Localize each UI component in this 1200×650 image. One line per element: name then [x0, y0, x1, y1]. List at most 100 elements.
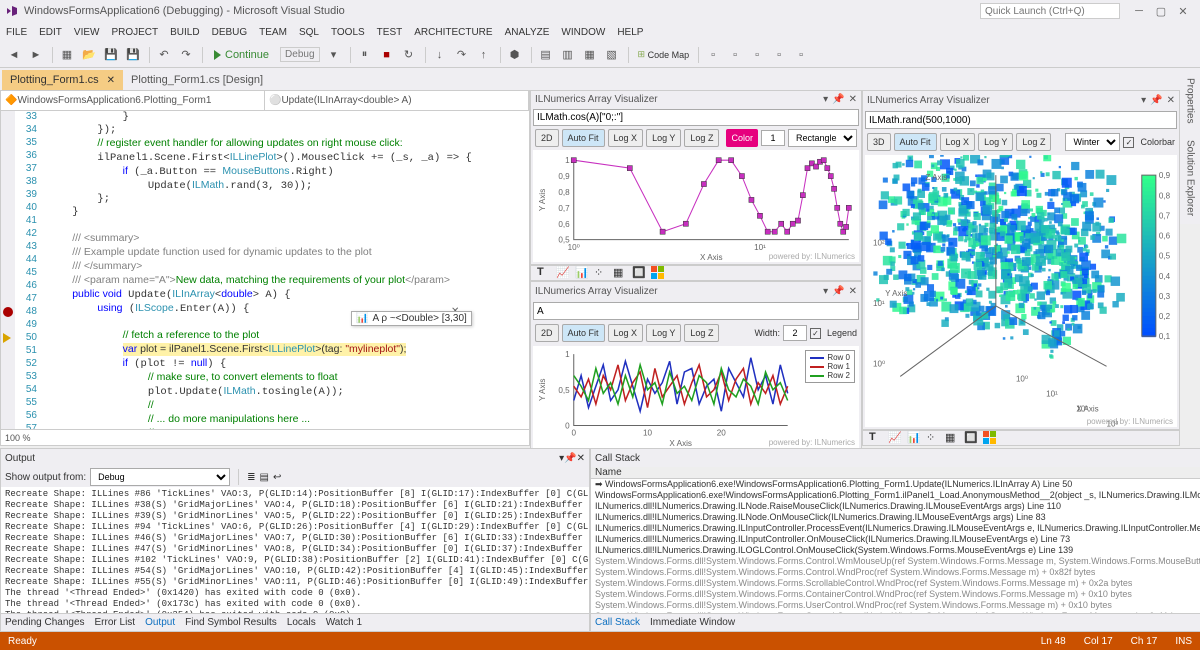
viz3-3d-button[interactable]: 3D	[867, 133, 891, 151]
viz3-autofit-button[interactable]: Auto Fit	[894, 133, 937, 151]
menu-help[interactable]: HELP	[617, 27, 643, 38]
wrap-icon[interactable]: ↩	[273, 472, 281, 483]
callstack-row[interactable]: WindowsFormsApplication6.exe!WindowsForm…	[591, 490, 1200, 501]
t3-icon[interactable]: ▦	[580, 45, 600, 65]
close-icon[interactable]: ✕	[1167, 95, 1175, 106]
subtab-locals[interactable]: Locals	[287, 617, 316, 628]
scatter-icon[interactable]: ⁘	[594, 266, 608, 280]
ms-icon[interactable]	[651, 266, 665, 280]
menu-sql[interactable]: SQL	[299, 27, 319, 38]
viz2-2d-button[interactable]: 2D	[535, 324, 559, 342]
viz2-autofit-button[interactable]: Auto Fit	[562, 324, 605, 342]
viz2-logy-button[interactable]: Log Y	[646, 324, 681, 342]
dropdown-icon[interactable]: ▾	[1141, 95, 1146, 106]
dropdown-icon[interactable]: ▾	[324, 45, 344, 65]
step-into-icon[interactable]: ↓	[430, 45, 450, 65]
viz1-shape-select[interactable]: Rectangle	[788, 129, 857, 147]
image-icon[interactable]: 🔲	[964, 431, 978, 445]
t4-icon[interactable]: ▧	[602, 45, 622, 65]
output-from-select[interactable]: Debug	[90, 468, 230, 486]
image-icon[interactable]: 🔲	[632, 266, 646, 280]
subtab-pending-changes[interactable]: Pending Changes	[5, 617, 85, 628]
dropdown-icon[interactable]: ▾	[823, 286, 828, 297]
clear-icon[interactable]: ≣	[247, 472, 255, 483]
callstack-row[interactable]: System.Windows.Forms.dll!System.Windows.…	[591, 556, 1200, 567]
callstack-row[interactable]: ➡ WindowsFormsApplication6.exe!WindowsFo…	[591, 479, 1200, 490]
callstack-row[interactable]: System.Windows.Forms.dll!System.Windows.…	[591, 567, 1200, 578]
code-content[interactable]: } }); // register event handler for allo…	[41, 111, 529, 429]
debug-datatip[interactable]: 📊 A ρ ~<Double> [3,30]	[351, 311, 472, 326]
viz1-marker-spinner[interactable]	[761, 130, 785, 146]
close-icon[interactable]: ✕	[849, 286, 857, 297]
open-icon[interactable]: 📂	[79, 45, 99, 65]
viz3-logx-button[interactable]: Log X	[940, 133, 976, 151]
t2-icon[interactable]: ▥	[558, 45, 578, 65]
surface-icon[interactable]: ▦	[945, 431, 959, 445]
tab-plotting_form1-cs-design-[interactable]: Plotting_Form1.cs [Design]	[123, 70, 271, 90]
viz2-legend-checkbox[interactable]: ✓	[810, 328, 821, 339]
viz2-width-spinner[interactable]	[783, 325, 807, 341]
member-nav-combo[interactable]: ⚪ Update(ILInArray<double> A)	[265, 91, 529, 110]
undo-icon[interactable]: ↶	[154, 45, 174, 65]
step-out-icon[interactable]: ↑	[474, 45, 494, 65]
side-tab-properties[interactable]: Properties	[1183, 70, 1198, 132]
callstack-row[interactable]: ILNumerics.dll!ILNumerics.Drawing.ILNode…	[591, 512, 1200, 523]
callstack-col-name[interactable]: Name	[595, 467, 1200, 478]
menu-architecture[interactable]: ARCHITECTURE	[414, 27, 492, 38]
text-tool-icon[interactable]: T	[869, 431, 883, 445]
ms-icon[interactable]	[983, 431, 997, 445]
viz1-expression-input[interactable]	[533, 109, 859, 126]
line-chart-icon[interactable]: 📈	[556, 266, 570, 280]
maximize-button[interactable]: ▢	[1150, 2, 1172, 20]
extra1-icon[interactable]: ▫	[703, 45, 723, 65]
menu-project[interactable]: PROJECT	[111, 27, 158, 38]
menu-view[interactable]: VIEW	[74, 27, 100, 38]
viz2-plot[interactable]: 00,5101020X AxisY Axis Row 0Row 1Row 2 p…	[533, 346, 859, 448]
line-chart-icon[interactable]: 📈	[888, 431, 902, 445]
menu-debug[interactable]: DEBUG	[212, 27, 248, 38]
callstack-rows[interactable]: ➡ WindowsFormsApplication6.exe!WindowsFo…	[591, 479, 1200, 613]
viz1-logy-button[interactable]: Log Y	[646, 129, 681, 147]
viz3-colorbar-checkbox[interactable]: ✓	[1123, 137, 1134, 148]
nav-fwd-icon[interactable]: ►	[26, 45, 46, 65]
viz1-logz-button[interactable]: Log Z	[684, 129, 719, 147]
extra5-icon[interactable]: ▫	[791, 45, 811, 65]
quick-launch-input[interactable]	[980, 3, 1120, 19]
extra3-icon[interactable]: ▫	[747, 45, 767, 65]
config-select[interactable]: Debug	[280, 47, 319, 62]
menu-window[interactable]: WINDOW	[561, 27, 605, 38]
restart-icon[interactable]: ↻	[399, 45, 419, 65]
breakpoint-icon[interactable]	[3, 307, 13, 317]
viz3-expression-input[interactable]	[865, 111, 1177, 129]
surface-icon[interactable]: ▦	[613, 266, 627, 280]
redo-icon[interactable]: ↷	[176, 45, 196, 65]
callstack-row[interactable]: ILNumerics.dll!ILNumerics.Drawing.ILNode…	[591, 501, 1200, 512]
extra2-icon[interactable]: ▫	[725, 45, 745, 65]
subtab-output[interactable]: Output	[145, 617, 175, 628]
minimize-button[interactable]: ─	[1128, 2, 1150, 20]
break-all-icon[interactable]: ⏸	[355, 45, 375, 65]
callstack-row[interactable]: ILNumerics.dll!ILNumerics.Drawing.ILInpu…	[591, 523, 1200, 534]
viz3-plot[interactable]: 10⁰10¹10²10³10⁰10¹10²X AxisY AxisZ Axis0…	[865, 155, 1177, 427]
viz1-plot[interactable]: 0,510,60,70,80,910⁰10¹X AxisY Axis power…	[533, 150, 859, 262]
callstack-row[interactable]: ILNumerics.dll!ILNumerics.Drawing.ILInpu…	[591, 534, 1200, 545]
bar-chart-icon[interactable]: 📊	[907, 431, 921, 445]
tab-plotting_form1-cs[interactable]: Plotting_Form1.cs ✕	[2, 70, 123, 90]
code-map-button[interactable]: ⊞ Code Map	[633, 46, 695, 64]
scatter-icon[interactable]: ⁘	[926, 431, 940, 445]
close-button[interactable]: ✕	[1172, 2, 1194, 20]
bar-chart-icon[interactable]: 📊	[575, 266, 589, 280]
callstack-row[interactable]: ILNumerics.dll!ILNumerics.Drawing.ILOGLC…	[591, 545, 1200, 556]
viz2-logx-button[interactable]: Log X	[608, 324, 644, 342]
stop-icon[interactable]: ■	[377, 45, 397, 65]
menu-analyze[interactable]: ANALYZE	[505, 27, 550, 38]
callstack-row[interactable]: System.Windows.Forms.dll!System.Windows.…	[591, 600, 1200, 611]
t1-icon[interactable]: ▤	[536, 45, 556, 65]
hex-icon[interactable]: ⬢	[505, 45, 525, 65]
menu-edit[interactable]: EDIT	[39, 27, 62, 38]
text-tool-icon[interactable]: T	[537, 266, 551, 280]
viz2-logz-button[interactable]: Log Z	[684, 324, 719, 342]
viz1-autofit-button[interactable]: Auto Fit	[562, 129, 605, 147]
step-over-icon[interactable]: ↷	[452, 45, 472, 65]
viz1-logx-button[interactable]: Log X	[608, 129, 644, 147]
